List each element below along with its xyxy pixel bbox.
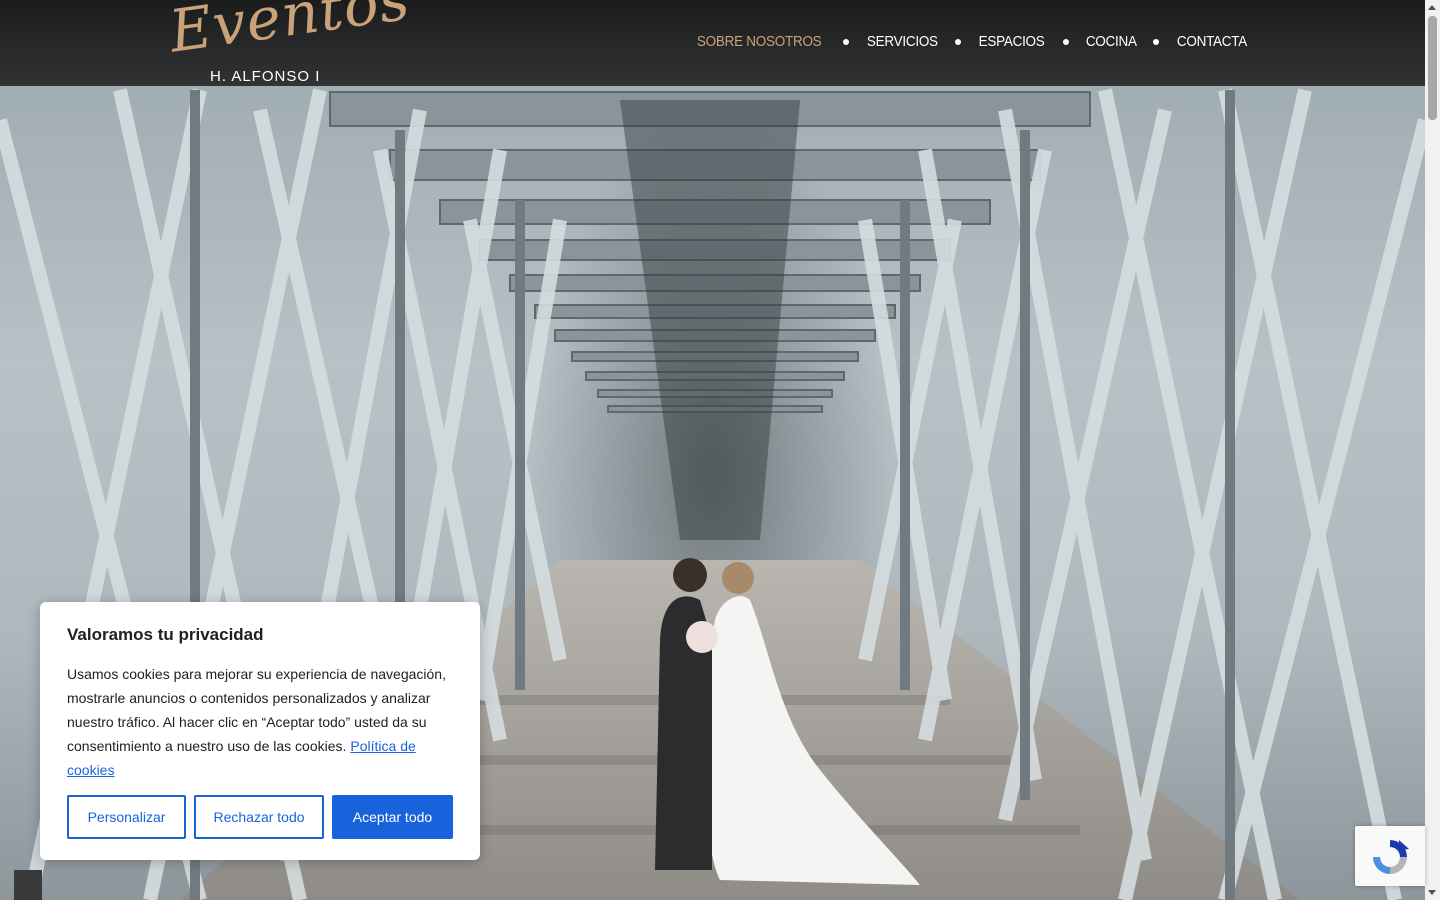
nav-item-cocina[interactable]: COCINA [1085,33,1136,50]
main-nav: SOBRE NOSOTROS SERVICIOS ESPACIOS COCINA… [690,33,1251,50]
logo-subtitle: H. ALFONSO I [210,68,321,85]
nav-item-espacios[interactable]: ESPACIOS [979,33,1045,50]
recaptcha-badge[interactable] [1355,826,1425,886]
recaptcha-icon [1373,840,1409,874]
bottom-corner-element [14,870,42,900]
nav-item-contacta[interactable]: CONTACTA [1177,33,1247,50]
logo-script-text: Eventos [165,0,415,66]
nav-item-sobre-nosotros[interactable]: SOBRE NOSOTROS [697,33,822,50]
page-scrollbar[interactable] [1425,0,1440,900]
cookie-title: Valoramos tu privacidad [67,625,264,644]
cookie-text: Usamos cookies para mejorar su experienc… [67,662,452,782]
nav-separator-dot [955,38,962,45]
nav-item-servicios[interactable]: SERVICIOS [867,33,938,50]
nav-separator-dot [842,38,849,45]
reject-all-button[interactable]: Rechazar todo [194,795,324,839]
scroll-thumb[interactable] [1428,16,1437,120]
nav-separator-dot [1062,38,1069,45]
site-header: Eventos H. ALFONSO I SOBRE NOSOTROS SERV… [0,0,1425,86]
site-logo[interactable]: Eventos H. ALFONSO I [160,0,414,90]
nav-separator-dot [1153,38,1160,45]
cookie-consent-banner: Valoramos tu privacidad Usamos cookies p… [40,602,480,860]
customize-button[interactable]: Personalizar [67,795,186,839]
cookie-buttons: Personalizar Rechazar todo Aceptar todo [67,795,453,839]
accept-all-button[interactable]: Aceptar todo [332,795,453,839]
scroll-down-arrow-icon[interactable] [1428,890,1436,895]
scroll-up-arrow-icon[interactable] [1428,5,1436,10]
